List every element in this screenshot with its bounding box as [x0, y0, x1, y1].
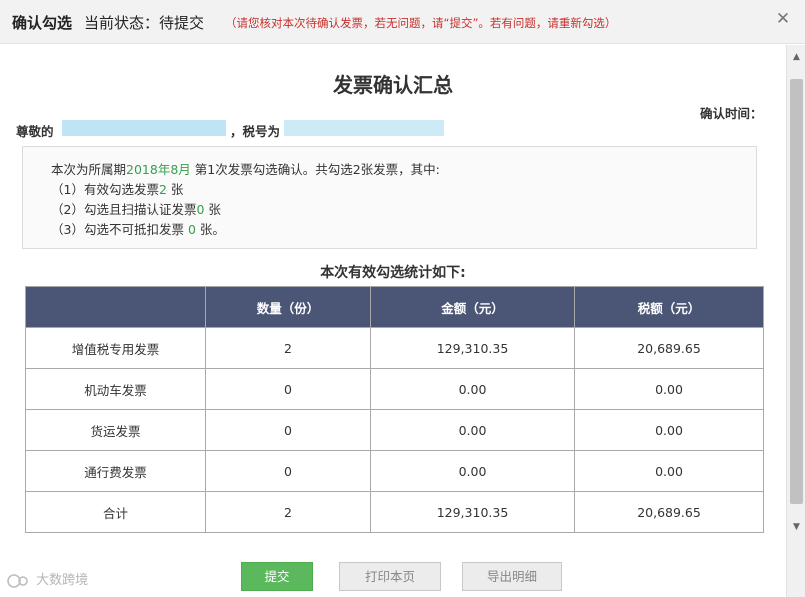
summary-text: 张	[204, 202, 221, 217]
watermark-icon	[7, 573, 28, 588]
scrollbar-thumb[interactable]	[790, 79, 803, 504]
table-cell: 2	[205, 491, 371, 533]
table-row: 货运发票 0 0.00 0.00	[25, 409, 764, 451]
nondeductible-count: 0	[187, 222, 196, 237]
summary-text: 本次为所属期	[51, 162, 127, 177]
summary-text: （1）有效勾选发票	[51, 182, 159, 197]
table-header-cell: 税额（元）	[574, 286, 764, 328]
table-cell: 机动车发票	[25, 368, 206, 410]
print-page-button[interactable]: 打印本页	[339, 562, 441, 591]
watermark-text: 大数跨境	[36, 573, 89, 588]
doc-title: 发票确认汇总	[333, 73, 453, 97]
table-row: 机动车发票 0 0.00 0.00	[25, 368, 764, 410]
table-cell: 0	[205, 368, 371, 410]
summary-line-valid: （1）有效勾选发票2 张	[51, 179, 183, 198]
summary-line-nondeductible: （3）勾选不可抵扣发票 0 张。	[51, 219, 225, 238]
stats-title: 本次有效勾选统计如下:	[320, 265, 466, 281]
submit-button[interactable]: 提交	[241, 562, 313, 591]
table-cell: 0.00	[370, 409, 575, 451]
redacted-company-name	[62, 120, 226, 136]
summary-line-period: 本次为所属期2018年8月 第1次发票勾选确认。共勾选2张发票，其中:	[51, 159, 440, 178]
greeting-prefix: 尊敬的	[16, 124, 54, 139]
watermark-logo: 大数跨境	[6, 569, 88, 590]
summary-text: 第1次发票勾选确认。共勾选2张发票，其中:	[190, 162, 440, 177]
table-header-cell	[25, 286, 206, 328]
table-cell: 通行费发票	[25, 450, 206, 492]
table-cell: 0.00	[574, 409, 764, 451]
table-cell: 增值税专用发票	[25, 327, 206, 369]
table-cell: 0.00	[370, 368, 575, 410]
summary-box: 本次为所属期2018年8月 第1次发票勾选确认。共勾选2张发票，其中: （1）有…	[22, 146, 757, 249]
table-cell: 0.00	[574, 450, 764, 492]
table-cell: 129,310.35	[370, 491, 575, 533]
table-cell: 0	[205, 409, 371, 451]
table-cell: 货运发票	[25, 409, 206, 451]
dialog-titlebar: 确认勾选 当前状态：待提交 （请您核对本次待确认发票，若无问题，请“提交”。若有…	[0, 0, 805, 44]
summary-line-scanned: （2）勾选且扫描认证发票0 张	[51, 199, 221, 218]
table-header-cell: 数量（份）	[205, 286, 371, 328]
table-header-row: 数量（份） 金额（元） 税额（元）	[25, 286, 764, 328]
summary-text: （2）勾选且扫描认证发票	[51, 202, 197, 217]
table-row: 增值税专用发票 2 129,310.35 20,689.65	[25, 327, 764, 369]
greeting-tax-label: ，税号为	[230, 124, 281, 139]
redacted-tax-number	[284, 120, 444, 136]
valid-count: 2	[158, 182, 167, 197]
stats-table: 数量（份） 金额（元） 税额（元） 增值税专用发票 2 129,310.35 2…	[25, 286, 764, 533]
scroll-up-icon[interactable]: ▲	[790, 51, 803, 64]
table-cell: 2	[205, 327, 371, 369]
table-cell: 129,310.35	[370, 327, 575, 369]
table-cell: 20,689.65	[574, 327, 764, 369]
table-header-cell: 金额（元）	[370, 286, 575, 328]
vertical-scrollbar[interactable]: ▲ ▼	[786, 45, 805, 597]
status-text: 当前状态：待提交	[84, 14, 205, 32]
table-row-total: 合计 2 129,310.35 20,689.65	[25, 491, 764, 533]
dialog-title: 确认勾选	[12, 14, 73, 32]
table-cell: 合计	[25, 491, 206, 533]
scroll-down-icon[interactable]: ▼	[790, 521, 803, 534]
table-cell: 0.00	[574, 368, 764, 410]
dialog-content: 发票确认汇总 确认时间： 尊敬的 ，税号为 本次为所属期2018年8月 第1次发…	[0, 45, 786, 597]
summary-text: （3）勾选不可抵扣发票	[51, 222, 188, 237]
summary-text: 张	[166, 182, 184, 197]
export-details-button[interactable]: 导出明细	[462, 562, 562, 591]
instruction-note: （请您核对本次待确认发票，若无问题，请“提交”。若有问题，请重新勾选）	[225, 16, 617, 30]
summary-text: 张。	[195, 222, 225, 237]
table-cell: 0	[205, 450, 371, 492]
close-icon[interactable]: ✕	[772, 8, 794, 30]
table-cell: 20,689.65	[574, 491, 764, 533]
period-value: 2018年8月	[126, 162, 191, 177]
table-cell: 0.00	[370, 450, 575, 492]
table-row: 通行费发票 0 0.00 0.00	[25, 450, 764, 492]
confirm-time-label: 确认时间：	[700, 106, 763, 121]
